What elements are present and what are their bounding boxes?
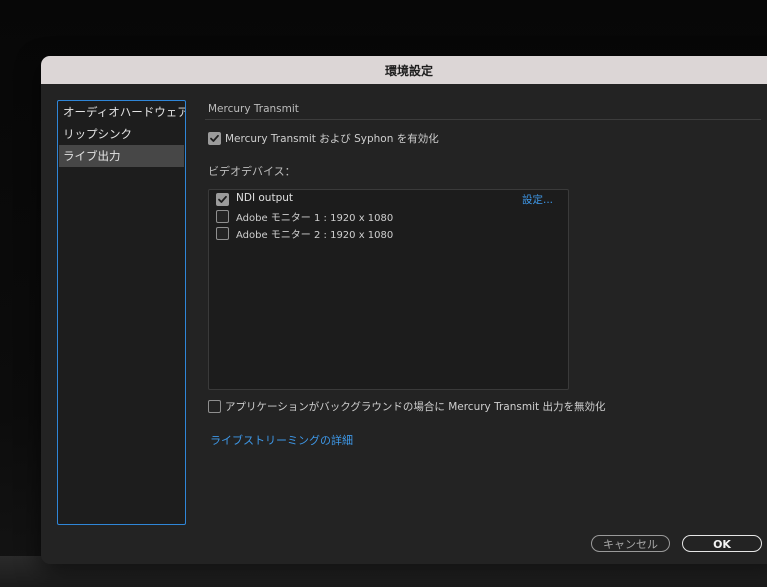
device-checkbox-ndi-output[interactable]: [216, 193, 229, 206]
device-label-ndi-output: NDI output: [236, 192, 294, 204]
section-divider: [205, 119, 761, 120]
enable-mercury-transmit-label: Mercury Transmit および Syphon を有効化: [225, 133, 439, 145]
section-title: Mercury Transmit: [208, 103, 299, 115]
device-checkbox-adobe-monitor-1[interactable]: [216, 210, 229, 223]
enable-mercury-transmit-checkbox[interactable]: [208, 132, 221, 145]
sidebar-item-lip-sync[interactable]: リップシンク: [58, 123, 185, 145]
sidebar-item-audio-hardware[interactable]: オーディオハードウェア: [58, 101, 185, 123]
video-devices-label: ビデオデバイス：: [208, 165, 296, 178]
check-icon: [210, 134, 219, 142]
disable-in-background-checkbox[interactable]: [208, 400, 221, 413]
device-settings-link[interactable]: 設定...: [522, 192, 553, 207]
window-title: 環境設定: [385, 64, 434, 78]
cancel-button[interactable]: キャンセル: [591, 535, 670, 552]
live-streaming-details-link[interactable]: ライブストリーミングの詳細: [210, 432, 353, 448]
ok-button[interactable]: OK: [682, 535, 762, 552]
device-label-adobe-monitor-1: Adobe モニター 1 : 1920 x 1080: [236, 213, 394, 224]
desktop: 環境設定 オーディオハードウェア リップシンク ライブ出力 Mercury Tr…: [0, 0, 767, 587]
device-checkbox-adobe-monitor-2[interactable]: [216, 227, 229, 240]
check-icon: [218, 195, 227, 203]
preferences-sidebar: オーディオハードウェア リップシンク ライブ出力: [57, 100, 186, 525]
device-label-adobe-monitor-2: Adobe モニター 2 : 1920 x 1080: [236, 230, 394, 241]
sidebar-item-live-output[interactable]: ライブ出力: [59, 145, 184, 167]
preferences-dialog: 環境設定 オーディオハードウェア リップシンク ライブ出力 Mercury Tr…: [41, 56, 767, 564]
disable-in-background-label: アプリケーションがバックグラウンドの場合に Mercury Transmit 出…: [225, 401, 606, 413]
titlebar[interactable]: 環境設定: [41, 56, 767, 84]
